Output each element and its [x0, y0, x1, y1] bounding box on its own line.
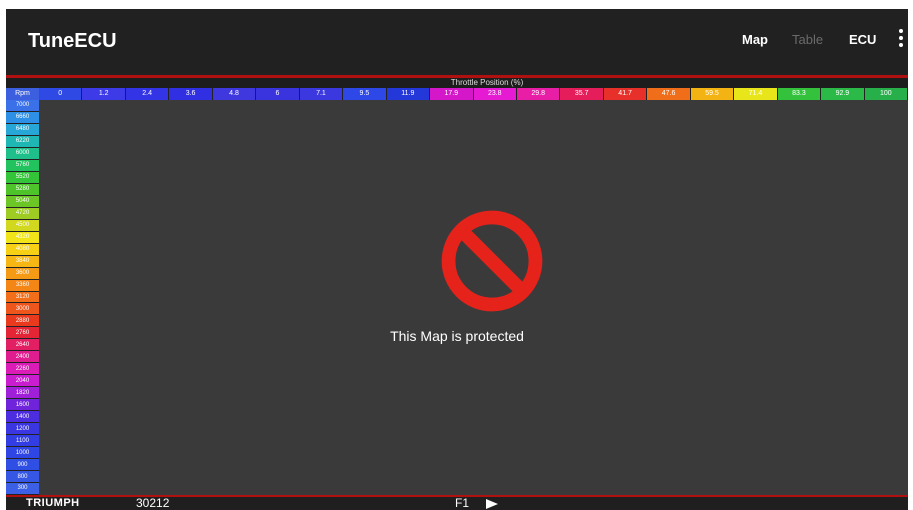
rpm-row-header: 1820 [6, 387, 39, 400]
tps-column-header: 47.6 [647, 88, 691, 100]
ecu-tab[interactable]: ECU [849, 32, 876, 47]
rpm-row-header: 6660 [6, 111, 39, 124]
map-id: F1 [455, 496, 470, 510]
tps-column-header: 3.6 [169, 88, 213, 100]
app-window: TuneECU Map Table ECU Throttle Position … [6, 9, 908, 510]
map-tab[interactable]: Map [742, 32, 768, 47]
rpm-row-header: 5040 [6, 195, 39, 208]
rpm-row-header: 5760 [6, 159, 39, 172]
rpm-row-header: 3600 [6, 267, 39, 280]
tps-column-header: 4.8 [212, 88, 257, 100]
tps-column-header: 92.9 [821, 88, 865, 100]
rpm-row-header: 5280 [6, 183, 39, 196]
app-bar: TuneECU Map Table ECU [6, 9, 908, 75]
tps-column-header: 71.4 [734, 88, 778, 100]
rpm-row-header: 7000 [6, 100, 39, 112]
rpm-row-header: 1600 [6, 399, 39, 412]
ecu-id: 30212 [136, 496, 170, 510]
rpm-row-header: 4720 [6, 207, 39, 220]
play-icon[interactable] [486, 499, 498, 509]
rpm-row-header: 300 [6, 483, 39, 495]
tps-columns: 0 1.2 2.4 3.6 4.8 6 7.1 9.5 11.9 17.9 23.8 29.8 35.7… [39, 88, 908, 100]
rpm-row-header: 6000 [6, 147, 39, 160]
rpm-row-header: 2400 [6, 351, 39, 364]
protected-message: This Map is protected [390, 328, 524, 344]
rpm-row-header: 4320 [6, 231, 39, 244]
tps-column-header: 11.9 [386, 88, 431, 100]
rpm-row-header: 6220 [6, 135, 39, 148]
rpm-row-header: 1200 [6, 423, 39, 436]
rpm-row-header: 3840 [6, 255, 39, 268]
tps-column-header: 23.8 [473, 88, 517, 100]
table-tab[interactable]: Table [792, 32, 823, 47]
tps-column-header: 35.7 [560, 88, 604, 100]
tps-column-header: 2.4 [125, 88, 170, 100]
rpm-row-header: 1000 [6, 447, 39, 460]
rpm-row-header: 2260 [6, 363, 39, 376]
tps-column-header: 9.5 [343, 88, 387, 100]
tps-column-header: 1.2 [82, 88, 126, 100]
more-vert-icon[interactable] [897, 27, 905, 49]
app-title: TuneECU [28, 30, 117, 52]
tps-column-header: 59.5 [690, 88, 735, 100]
tps-column-header: 83.3 [777, 88, 822, 100]
rpm-row-header: 5520 [6, 171, 39, 184]
x-axis-title: Throttle Position (%) [6, 78, 908, 88]
rpm-row-header: 4080 [6, 243, 39, 256]
rpm-row-header: 1100 [6, 435, 39, 448]
rpm-row-header: 1400 [6, 411, 39, 424]
rpm-row-header: 800 [6, 471, 39, 483]
rpm-row-header: 2040 [6, 375, 39, 388]
brand-logo: TRIUMPH [26, 497, 80, 509]
rpm-row-header: 900 [6, 459, 39, 472]
rpm-header: Rpm [6, 88, 39, 100]
tps-header-row: Rpm 0 1.2 2.4 3.6 4.8 6 7.1 9.5 11.9 17.9 23.8 29.8… [6, 88, 908, 100]
prohibited-icon [441, 210, 543, 312]
tps-column-header: 17.9 [430, 88, 474, 100]
rpm-row-header: 3360 [6, 279, 39, 292]
tps-column-header: 100 [864, 88, 908, 100]
rpm-row-header: 3000 [6, 303, 39, 316]
tps-column-header: 41.7 [603, 88, 648, 100]
tps-column-header: 29.8 [516, 88, 561, 100]
tps-column-header: 7.1 [299, 88, 344, 100]
rpm-row-header: 2880 [6, 315, 39, 328]
tps-column-header: 6 [256, 88, 300, 100]
rpm-row-header: 6480 [6, 123, 39, 136]
rpm-row-header: 4500 [6, 219, 39, 232]
status-bar: TRIUMPH 30212 F1 [6, 497, 908, 510]
rpm-row-header: 3120 [6, 291, 39, 304]
rpm-column: 7000 6660 6480 6220 6000 5760 5520 5280 5040 4720… [6, 100, 39, 495]
tps-column-header: 0 [39, 88, 83, 100]
